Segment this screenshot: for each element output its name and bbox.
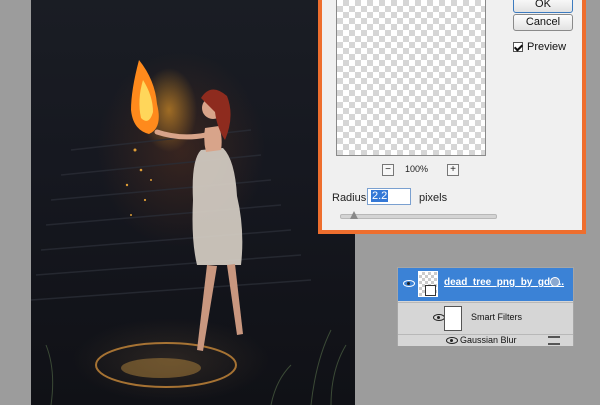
smart-filter-mask-thumbnail[interactable] [444, 306, 462, 331]
smart-filters-label: Smart Filters [471, 312, 523, 322]
preview-toggle[interactable]: Preview [513, 41, 566, 53]
radius-value: 2.2 [371, 190, 389, 202]
filter-row-gaussian-blur[interactable]: Gaussian Blur [398, 334, 573, 346]
ok-button[interactable]: OK [513, 0, 573, 13]
radius-slider-track[interactable] [340, 214, 497, 219]
dialog-body: − 100% + OK Cancel Preview Radius: 2.2 p… [322, 0, 582, 230]
radius-label: Radius: [332, 192, 370, 204]
zoom-level-label: 100% [405, 164, 429, 174]
filter-blending-options-icon[interactable] [548, 336, 560, 345]
smart-object-icon [425, 285, 436, 296]
visibility-eye-icon[interactable] [403, 280, 415, 287]
layer-row-smart-object[interactable]: dead_tree_png_by_gd0... [398, 268, 573, 301]
filter-preview-area[interactable] [336, 0, 486, 156]
layer-name[interactable]: dead_tree_png_by_gd0... [444, 277, 564, 288]
zoom-in-button[interactable]: + [447, 164, 459, 176]
radius-slider-thumb[interactable] [350, 211, 358, 219]
preview-label: Preview [527, 41, 567, 53]
radius-unit-label: pixels [419, 192, 448, 204]
filter-eye-icon[interactable] [446, 337, 458, 344]
filter-name-label[interactable]: Gaussian Blur [460, 335, 517, 345]
smart-filters-row[interactable]: Smart Filters [398, 302, 573, 333]
preview-checkbox[interactable] [513, 42, 523, 52]
zoom-out-button[interactable]: − [382, 164, 394, 176]
smart-filter-badge-icon [550, 277, 560, 287]
artwork-illustration [31, 60, 347, 405]
radius-input[interactable]: 2.2 [367, 188, 411, 205]
layers-panel: dead_tree_png_by_gd0... Smart Filters Ga… [397, 267, 574, 346]
document-canvas[interactable] [31, 0, 355, 405]
gaussian-blur-dialog: − 100% + OK Cancel Preview Radius: 2.2 p… [318, 0, 586, 234]
cancel-button[interactable]: Cancel [513, 14, 573, 31]
